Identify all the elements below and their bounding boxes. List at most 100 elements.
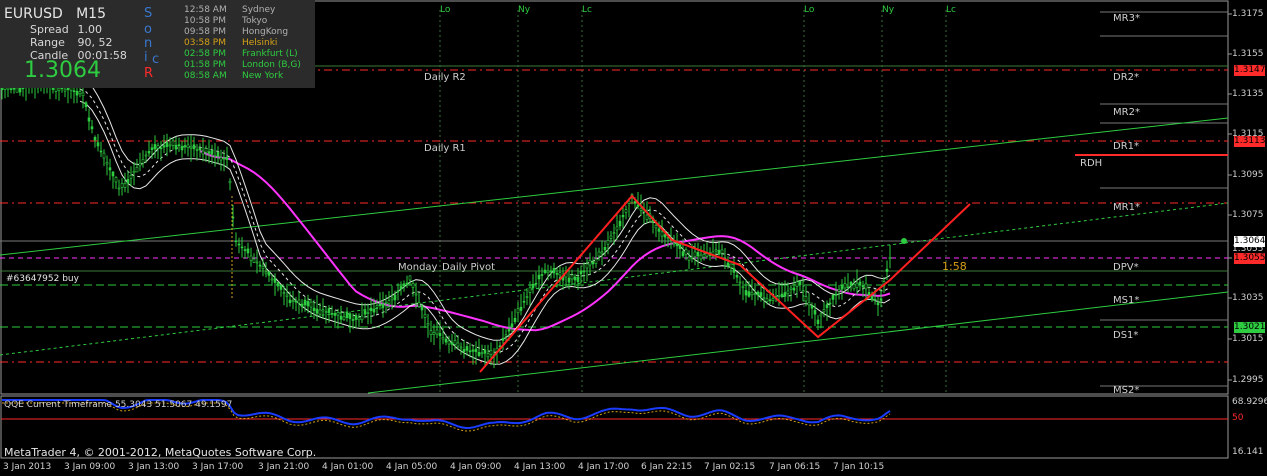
candle-body [345, 312, 349, 318]
candle-body [399, 286, 403, 290]
candle-timer: 1:58 [942, 260, 967, 273]
spread-row: Spread 1.00 [30, 23, 102, 36]
candle-body [870, 295, 874, 301]
candle-body [84, 102, 88, 108]
candle-body [600, 251, 604, 254]
candle-body [834, 293, 838, 296]
candle-body [552, 267, 556, 274]
time-tick: 7 Jan 06:15 [769, 462, 821, 472]
candle-body [234, 240, 238, 243]
candle-body [378, 303, 382, 306]
candle-body [540, 274, 544, 276]
candle-body [108, 167, 112, 171]
candle-body [477, 351, 481, 356]
candle-body [390, 297, 394, 301]
candle-body [513, 317, 517, 322]
candle-body [141, 159, 145, 164]
candle-body [456, 342, 460, 347]
session-name: Sydney [242, 5, 276, 15]
time-tick: 4 Jan 01:00 [322, 462, 374, 472]
candle-body [381, 303, 385, 307]
daily-r1-label: Daily R1 [424, 143, 466, 154]
session-clock-row: 01:58 PM London (B,G) [184, 60, 314, 71]
candle-body [831, 294, 835, 300]
candle-body [306, 300, 310, 307]
time-tick: 3 Jan 2013 [3, 462, 52, 472]
candle-body [840, 284, 844, 290]
chart-window[interactable]: Lo Ny Lc Lo Ny Lc MR3* DR2* MR2* DR1* RD… [0, 0, 1267, 476]
symbol-info-panel: EURUSD M15 Spread 1.00 Range 90, 52 Cand… [0, 0, 315, 88]
candle-body [210, 150, 214, 155]
candle-body [690, 256, 694, 259]
candle-body [132, 171, 136, 174]
candle-body [228, 181, 232, 184]
candle-body [657, 228, 661, 232]
candle-body [279, 285, 283, 290]
time-tick: 3 Jan 09:00 [64, 462, 116, 472]
candle-body [645, 214, 649, 220]
zigzag-pattern [479, 194, 971, 373]
candle-body [672, 242, 676, 245]
candle-body [393, 294, 397, 301]
candle-body [213, 155, 217, 157]
candle-body [765, 298, 769, 302]
candle-body [846, 286, 850, 289]
candle-body [441, 337, 445, 340]
session-clock-row: 09:58 PM HongKong [184, 27, 314, 38]
order-label[interactable]: #63647952 buy [6, 274, 80, 284]
candle-body [807, 302, 811, 306]
range-label: Range [30, 36, 65, 49]
candle-body [291, 300, 295, 302]
candle-body [273, 278, 277, 283]
candle-body [288, 299, 292, 304]
candle-body [516, 308, 520, 314]
candle-body [330, 313, 334, 315]
candle-body [135, 167, 139, 173]
candle-body [99, 150, 103, 153]
candle-body [588, 259, 592, 266]
candle-body [237, 243, 241, 246]
sonic-letter-r: R [144, 66, 154, 81]
candle-body [78, 91, 82, 95]
candle-body [522, 300, 526, 303]
candle-body [126, 179, 130, 184]
candle-body [597, 251, 601, 257]
price-box-ds1: 1.3021 [1234, 322, 1266, 333]
candle-body [372, 308, 376, 313]
session-marker-lc-2: Lc [946, 5, 956, 15]
range-value: 90, 52 [77, 36, 113, 49]
candle-body [546, 270, 550, 274]
candle-body [408, 275, 412, 281]
candle-body [525, 296, 529, 299]
candle-body [201, 150, 205, 155]
level-mr2: MR2* [1113, 107, 1140, 118]
candle-body [225, 156, 229, 160]
candle-body [534, 282, 538, 285]
candle-body [471, 349, 475, 352]
session-name: Tokyo [242, 16, 268, 26]
daily-r2-label: Daily R2 [424, 72, 466, 83]
session-clock-row: 12:58 AM Sydney [184, 5, 314, 16]
candle-body [177, 144, 181, 147]
price-tick: 1.3135 [1232, 89, 1264, 99]
candle-body [264, 271, 268, 275]
candle-body [696, 252, 700, 257]
candle-body [612, 232, 616, 234]
candle-body [819, 313, 823, 317]
candle-body [810, 305, 814, 309]
candle-body [87, 117, 91, 122]
candle-body [162, 145, 166, 148]
level-ms2: MS2* [1113, 385, 1139, 396]
candle-body [333, 313, 337, 316]
level-rdh: RDH [1080, 158, 1102, 169]
price-box-dr2: 1.3147 [1234, 65, 1266, 76]
candle-body [432, 331, 436, 335]
candle-body [639, 208, 643, 211]
session-time: 03:58 PM [184, 38, 226, 48]
candle-body [57, 87, 61, 91]
candle-body [465, 346, 469, 351]
candle-body [777, 294, 781, 297]
time-tick: 7 Jan 02:15 [704, 462, 756, 472]
candle-body [351, 319, 355, 321]
candle-body [732, 268, 736, 273]
